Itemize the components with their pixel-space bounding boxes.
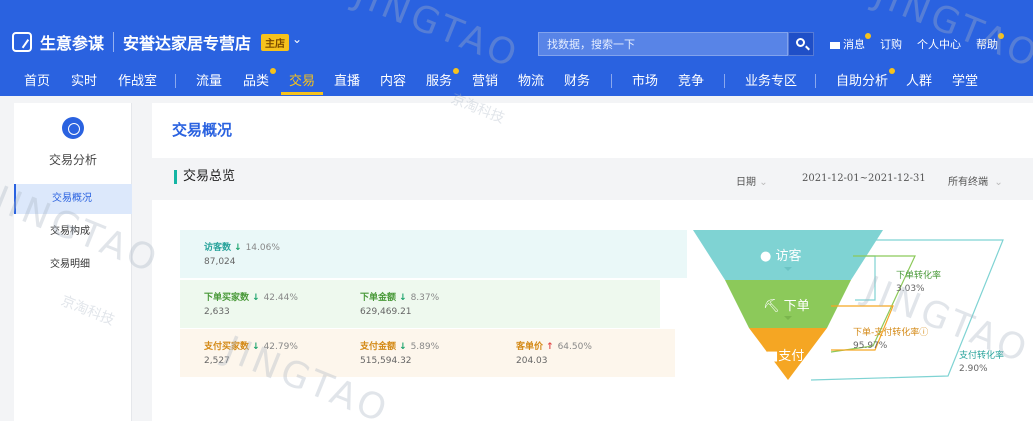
nav-market[interactable]: 市场 <box>632 70 658 89</box>
main-nav: 首页 实时 作战室 流量 品类 交易 直播 内容 服务 营销 物流 财务 市场 … <box>0 66 1033 96</box>
search-button[interactable] <box>788 32 814 56</box>
store-badge: 主店 <box>261 34 289 51</box>
page-title: 交易概况 <box>172 121 233 139</box>
nav-finance[interactable]: 财务 <box>564 70 590 89</box>
sidebar: 交易分析 交易概况 交易构成 交易明细 <box>14 103 132 421</box>
nav-traffic[interactable]: 流量 <box>196 70 222 89</box>
funnel-pay-label: ■支付 <box>766 349 805 364</box>
arrow-down-icon: ↓ <box>399 342 407 352</box>
main-content: 交易概况 交易总览 日期 ⌄ 2021-12-01~2021-12-31 所有终… <box>152 103 1033 421</box>
nav-academy[interactable]: 学堂 <box>952 70 978 89</box>
profile-link[interactable]: 个人中心 <box>917 36 961 52</box>
nav-audience[interactable]: 人群 <box>906 70 932 89</box>
search-input[interactable] <box>538 32 788 56</box>
nav-content[interactable]: 内容 <box>380 70 406 89</box>
nav-trade[interactable]: 交易 <box>280 70 324 95</box>
chevron-down-icon: ⌄ <box>994 177 1003 188</box>
nav-divider <box>724 74 725 88</box>
chevron-down-icon: ⌄ <box>759 177 768 188</box>
funnel-order-label: ⛏ 下单 <box>763 299 810 314</box>
nav-logistics[interactable]: 物流 <box>518 70 544 89</box>
metric-aov[interactable]: 客单价 ↑ 64.50% 204.03 <box>516 339 592 366</box>
notification-dot <box>889 68 896 74</box>
nav-competition[interactable]: 竞争 <box>678 70 704 89</box>
store-switch-caret-icon[interactable]: ⌄ <box>292 32 302 46</box>
nav-divider <box>815 74 816 88</box>
search-icon <box>796 38 805 47</box>
logo-icon[interactable] <box>12 32 32 52</box>
arrow-down-icon: ↓ <box>252 293 260 303</box>
nav-category[interactable]: 品类 <box>243 68 277 89</box>
arrow-down-icon: ↓ <box>252 342 260 352</box>
mail-icon <box>830 41 840 49</box>
brand-name[interactable]: 生意参谋 <box>40 30 104 54</box>
messages-link[interactable]: 消息 <box>830 33 871 52</box>
order-conversion-rate: 下单转化率 3.03% <box>896 271 942 294</box>
order-row: 下单买家数 ↓ 42.44% 2,633 下单金额 ↓ 8.37% 629,469.21 <box>180 280 660 328</box>
nav-divider <box>611 74 612 88</box>
funnel-visitors-label: ● 访客 <box>760 249 802 264</box>
metric-pay-buyers[interactable]: 支付买家数 ↓ 42.79% 2,527 <box>204 339 298 366</box>
date-range[interactable]: 2021-12-01~2021-12-31 <box>802 173 926 184</box>
date-selector[interactable]: 日期 ⌄ <box>736 173 768 188</box>
pay-conversion-rate: 支付转化率 2.90% <box>959 351 1005 374</box>
payment-row: 支付买家数 ↓ 42.79% 2,527 支付金额 ↓ 5.89% 515,594.32… <box>180 329 675 377</box>
notification-dot <box>270 68 277 74</box>
metric-pay-amount[interactable]: 支付金额 ↓ 5.89% 515,594.32 <box>360 339 439 366</box>
nav-business-zone[interactable]: 业务专区 <box>745 70 797 89</box>
card-icon: ■ <box>766 349 779 364</box>
section-title: 交易总览 <box>174 170 235 184</box>
notification-dot <box>865 33 871 39</box>
subscribe-link[interactable]: 订购 <box>880 36 902 52</box>
header-top-row: 生意参谋 安誉达家居专营店 主店 ⌄ 消息 订购 个人中心 帮助 <box>0 18 1033 58</box>
section-header: 交易总览 日期 ⌄ 2021-12-01~2021-12-31 所有终端 ⌄ <box>152 158 1033 200</box>
metric-order-amount[interactable]: 下单金额 ↓ 8.37% 629,469.21 <box>360 290 439 317</box>
metric-visitors[interactable]: 访客数 ↓ 14.06% 87,024 <box>204 240 280 267</box>
user-icon: ● <box>760 249 772 264</box>
arrow-down-icon: ↓ <box>399 293 407 303</box>
nav-marketing[interactable]: 营销 <box>472 70 498 89</box>
arrow-down-icon: ↓ <box>234 243 242 253</box>
nav-home[interactable]: 首页 <box>24 70 50 89</box>
nav-self-analysis[interactable]: 自助分析 <box>836 68 896 89</box>
nav-warroom[interactable]: 作战室 <box>118 70 157 89</box>
brand-divider <box>113 32 114 52</box>
visitors-row: 访客数 ↓ 14.06% 87,024 <box>180 230 687 278</box>
store-name[interactable]: 安誉达家居专营店 <box>123 30 251 54</box>
sidebar-title: 交易分析 <box>48 153 97 167</box>
terminal-selector[interactable]: 所有终端 ⌄ <box>948 173 1003 188</box>
nav-live[interactable]: 直播 <box>334 70 360 89</box>
notification-dot <box>453 68 460 74</box>
conversion-funnel: ● 访客 ⛏ 下单 ■支付 下单转化率 3.03% 下单-支付转化率ⓘ 95.9… <box>693 228 1023 392</box>
nav-divider <box>175 74 176 88</box>
arrow-up-icon: ↑ <box>546 342 554 352</box>
sidebar-item-overview[interactable]: 交易概况 <box>14 184 132 214</box>
top-links: 消息 订购 个人中心 帮助 <box>830 33 1013 52</box>
nav-service[interactable]: 服务 <box>426 68 460 89</box>
metric-order-buyers[interactable]: 下单买家数 ↓ 42.44% 2,633 <box>204 290 298 317</box>
hammer-icon: ⛏ <box>763 299 780 314</box>
sidebar-item-composition[interactable]: 交易构成 <box>14 217 132 247</box>
nav-realtime[interactable]: 实时 <box>71 70 97 89</box>
trade-analysis-icon <box>62 117 84 139</box>
help-link[interactable]: 帮助 <box>976 33 1004 52</box>
help-icon[interactable]: ⓘ <box>919 328 928 338</box>
notification-dot <box>998 33 1004 39</box>
top-header: 生意参谋 安誉达家居专营店 主店 ⌄ 消息 订购 个人中心 帮助 首页 实时 作… <box>0 0 1033 96</box>
order-pay-conversion-rate: 下单-支付转化率ⓘ 95.97% <box>853 328 929 351</box>
sidebar-item-details[interactable]: 交易明细 <box>14 250 132 280</box>
